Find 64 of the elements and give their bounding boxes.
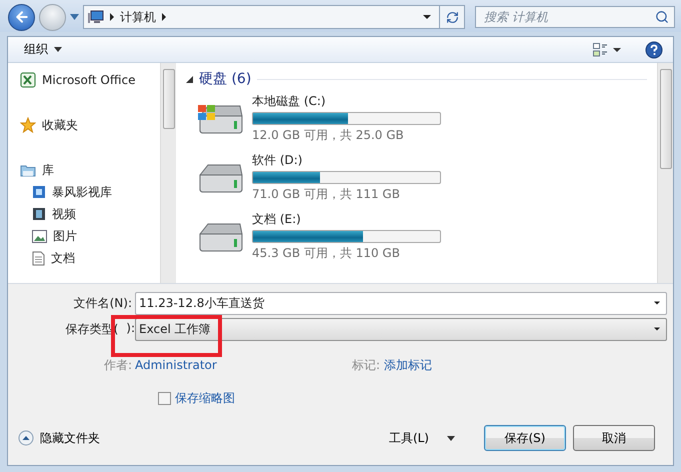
save-button[interactable]: 保存(S)	[484, 425, 566, 451]
dropdown-icon[interactable]	[423, 15, 431, 19]
nav-label: 收藏夹	[42, 116, 78, 134]
field-label: ):	[126, 320, 135, 336]
nav-item[interactable]: 图片	[20, 225, 160, 247]
drive-name: 本地磁盘 (C:)	[252, 93, 327, 110]
nav-item[interactable]: 视频	[20, 203, 160, 225]
document-icon	[32, 250, 45, 266]
filename-field[interactable]: 11.23-12.8小车直送货	[135, 292, 667, 314]
caret-icon	[447, 436, 455, 440]
tags-link[interactable]: 添加标记	[384, 356, 432, 374]
nav-item[interactable]: 文档	[20, 247, 160, 269]
spreadsheet-icon	[20, 72, 36, 88]
folder-icon	[20, 163, 36, 177]
image-icon	[32, 230, 47, 242]
tags-label: 标记:	[352, 356, 380, 374]
nav-label: 文档	[51, 250, 75, 266]
filetype-dropdown[interactable]: Excel 工作簿	[135, 318, 667, 340]
refresh-icon	[446, 10, 458, 24]
checkbox[interactable]	[158, 392, 171, 405]
field-label: 文件名(N):	[72, 294, 133, 312]
caret-icon[interactable]	[70, 14, 79, 20]
drive-space: 45.3 GB 可用，共 110 GB	[252, 245, 401, 262]
drive-name: 文档 (E:)	[252, 211, 302, 228]
computer-icon	[88, 10, 104, 24]
search-icon[interactable]	[655, 10, 669, 24]
expand-up-icon	[18, 430, 34, 446]
nav-item[interactable]: 收藏夹	[20, 114, 160, 136]
collapse-icon[interactable]	[186, 76, 193, 82]
drive-item[interactable]: 软件 (D:) 71.0 GB 可用，共 111 GB	[186, 148, 657, 207]
nav-label: 库	[42, 162, 54, 178]
tools-menu[interactable]: 工具(L)	[388, 430, 455, 446]
nav-item[interactable]: Microsoft Office	[20, 69, 160, 91]
drive-space: 71.0 GB 可用，共 111 GB	[252, 186, 401, 203]
hide-folders-button[interactable]: 隐藏文件夹	[18, 430, 100, 446]
scrollbar[interactable]	[160, 63, 176, 283]
nav-label: 暴风影视库	[52, 184, 112, 200]
drive-item[interactable]: 文档 (E:) 45.3 GB 可用，共 110 GB	[186, 207, 657, 266]
drive-space: 12.0 GB 可用，共 25.0 GB	[252, 127, 405, 144]
star-icon	[20, 117, 36, 133]
author-label: 作者:	[102, 356, 133, 374]
drive-name: 软件 (D:)	[252, 152, 304, 169]
group-title[interactable]: 硬盘 (6)	[199, 70, 252, 88]
help-icon[interactable]	[645, 40, 663, 58]
back-button[interactable]	[8, 4, 35, 30]
view-icon[interactable]	[593, 42, 621, 56]
nav-label: Microsoft Office	[42, 73, 136, 87]
caret-icon	[54, 47, 62, 52]
nav-label: 视频	[52, 206, 76, 222]
nav-item[interactable]: 库	[20, 159, 160, 181]
nav-item[interactable]: 暴风影视库	[20, 181, 160, 203]
refresh-button[interactable]	[439, 5, 465, 29]
organize-menu[interactable]: 组织	[24, 41, 62, 58]
search-field[interactable]: 搜索 计算机	[475, 6, 675, 28]
cancel-button[interactable]: 取消	[573, 425, 655, 451]
author-link[interactable]: Administrator	[135, 358, 320, 372]
chevron-icon	[110, 13, 114, 21]
address-bar[interactable]: 计算机	[83, 5, 440, 29]
drive-item[interactable]: 本地磁盘 (C:) 12.0 GB 可用，共 25.0 GB	[186, 89, 657, 148]
scrollbar[interactable]	[657, 63, 673, 283]
chevron-icon	[162, 13, 166, 21]
breadcrumb[interactable]: 计算机	[120, 8, 156, 26]
checkbox-label[interactable]: 保存缩略图	[175, 390, 235, 407]
nav-label: 图片	[53, 228, 77, 244]
